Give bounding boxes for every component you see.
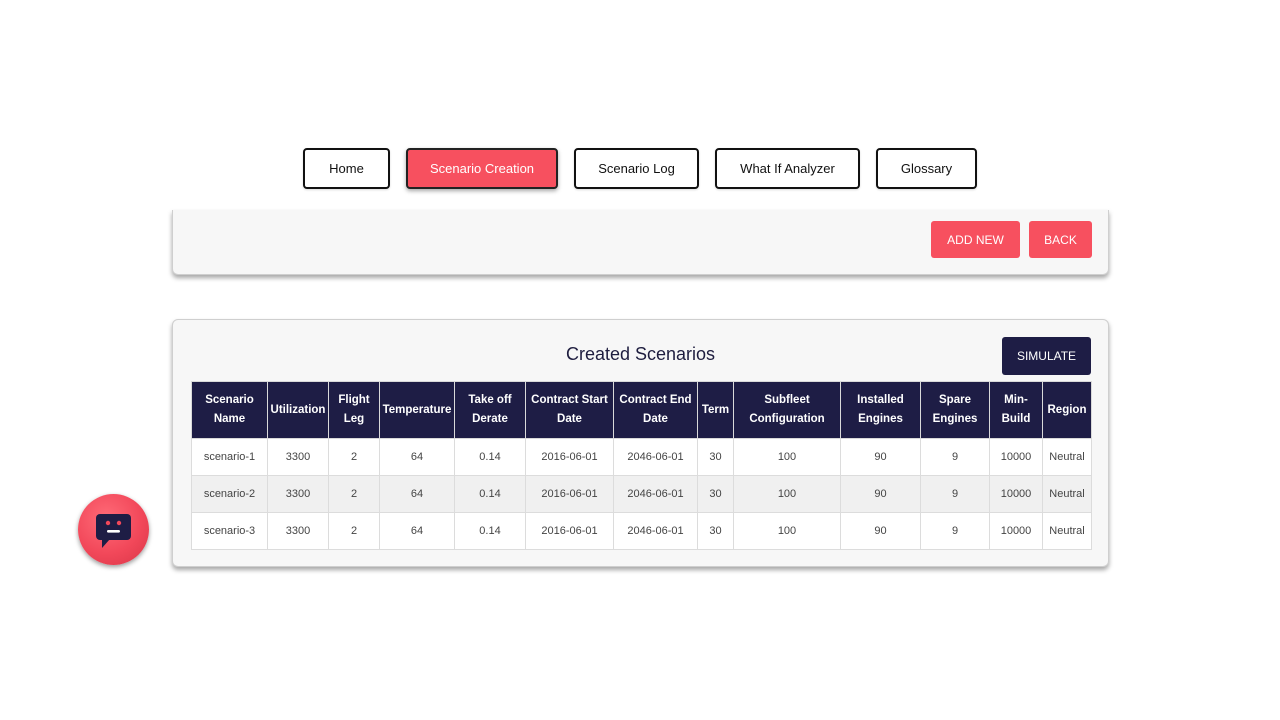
nav-scenario-creation-button[interactable]: Scenario Creation (406, 148, 558, 189)
table-cell: 2046-06-01 (613, 438, 698, 476)
table-cell: 2016-06-01 (525, 438, 614, 476)
chat-bot-button[interactable] (78, 494, 149, 565)
column-header: Spare Engines (920, 381, 990, 439)
column-header: Region (1042, 381, 1092, 439)
table-cell: 0.14 (454, 438, 526, 476)
back-button[interactable]: BACK (1029, 221, 1092, 258)
table-cell: 3300 (267, 512, 329, 550)
table-cell: 3300 (267, 475, 329, 513)
table-cell: 64 (379, 438, 455, 476)
column-header: Subfleet Configuration (733, 381, 841, 439)
table-cell: 30 (697, 438, 734, 476)
simulate-button[interactable]: SIMULATE (1002, 337, 1091, 375)
column-header: Contract End Date (613, 381, 698, 439)
column-header: Flight Leg (328, 381, 380, 439)
table-cell: 3300 (267, 438, 329, 476)
table-cell: 0.14 (454, 512, 526, 550)
column-header: Min-Build (989, 381, 1043, 439)
table-row[interactable]: scenario-2 3300 2 64 0.14 2016-06-01 204… (191, 475, 1092, 513)
table-cell: 0.14 (454, 475, 526, 513)
table-cell: Neutral (1042, 438, 1092, 476)
table-cell: 2046-06-01 (613, 512, 698, 550)
table-cell: 100 (733, 438, 841, 476)
nav-what-if-analyzer-button[interactable]: What If Analyzer (715, 148, 860, 189)
table-cell: 90 (840, 475, 921, 513)
table-cell: 64 (379, 475, 455, 513)
column-header: Temperature (379, 381, 455, 439)
nav-home-button[interactable]: Home (303, 148, 390, 189)
table-cell: 30 (697, 512, 734, 550)
table-cell: scenario-1 (191, 438, 268, 476)
table-cell: 100 (733, 512, 841, 550)
add-new-button[interactable]: ADD NEW (931, 221, 1020, 258)
table-cell: 10000 (989, 438, 1043, 476)
table-cell: 2016-06-01 (525, 475, 614, 513)
column-header: Installed Engines (840, 381, 921, 439)
table-cell: 9 (920, 475, 990, 513)
column-header: Contract Start Date (525, 381, 614, 439)
table-row[interactable]: scenario-1 3300 2 64 0.14 2016-06-01 204… (191, 438, 1092, 476)
table-cell: 10000 (989, 475, 1043, 513)
table-cell: 9 (920, 512, 990, 550)
scenario-form-panel: ADD NEW BACK (172, 210, 1109, 275)
table-cell: Neutral (1042, 512, 1092, 550)
column-header: Term (697, 381, 734, 439)
column-header: Take off Derate (454, 381, 526, 439)
table-row[interactable]: scenario-3 3300 2 64 0.14 2016-06-01 204… (191, 512, 1092, 550)
nav-scenario-log-button[interactable]: Scenario Log (574, 148, 699, 189)
table-cell: 2016-06-01 (525, 512, 614, 550)
table-cell: 100 (733, 475, 841, 513)
scenarios-table: Scenario Name Utilization Flight Leg Tem… (191, 381, 1092, 550)
chat-bot-icon (96, 514, 131, 548)
table-cell: 90 (840, 512, 921, 550)
table-cell: Neutral (1042, 475, 1092, 513)
nav-glossary-button[interactable]: Glossary (876, 148, 977, 189)
table-cell: scenario-3 (191, 512, 268, 550)
table-cell: 64 (379, 512, 455, 550)
table-cell: 2 (328, 475, 380, 513)
table-cell: 9 (920, 438, 990, 476)
table-cell: 2 (328, 438, 380, 476)
page: Home Scenario Creation Scenario Log What… (0, 0, 1280, 720)
top-nav: Home Scenario Creation Scenario Log What… (303, 148, 977, 189)
table-cell: 10000 (989, 512, 1043, 550)
table-header-row: Scenario Name Utilization Flight Leg Tem… (191, 381, 1092, 439)
column-header: Utilization (267, 381, 329, 439)
table-cell: 90 (840, 438, 921, 476)
column-header: Scenario Name (191, 381, 268, 439)
table-cell: scenario-2 (191, 475, 268, 513)
table-cell: 2046-06-01 (613, 475, 698, 513)
panel-title: Created Scenarios (565, 344, 716, 364)
created-scenarios-panel: Created Scenarios SIMULATE Scenario Name… (172, 319, 1109, 567)
table-cell: 2 (328, 512, 380, 550)
table-cell: 30 (697, 475, 734, 513)
